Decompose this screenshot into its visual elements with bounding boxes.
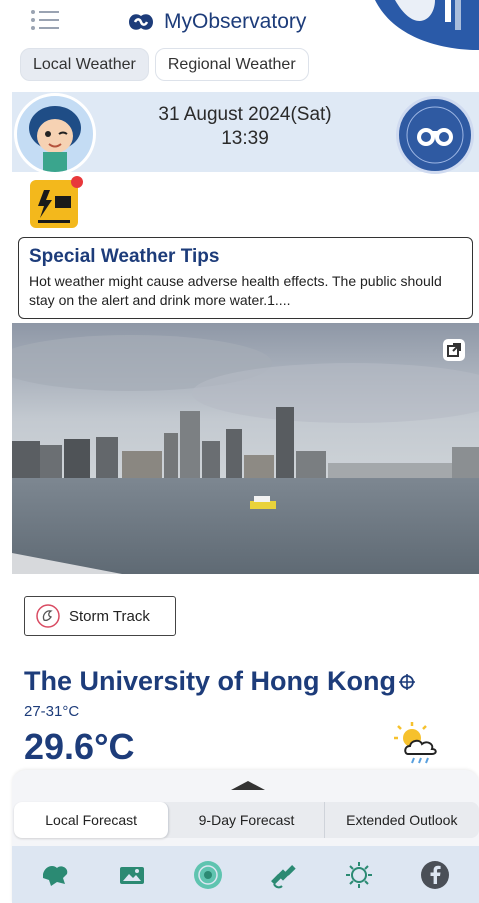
current-time: 13:39 (221, 128, 269, 149)
nav-radar[interactable] (190, 857, 226, 893)
weather-tabs: Local Weather Regional Weather (20, 48, 309, 81)
warning-graphic (38, 190, 71, 223)
nav-weather-map[interactable] (38, 857, 74, 893)
tab-local-weather[interactable]: Local Weather (20, 48, 149, 81)
sunny-intervals-showers-icon (394, 722, 437, 764)
date-time: 31 August 2024(Sat) 13:39 (100, 103, 390, 151)
current-date: 31 August 2024(Sat) (158, 104, 332, 125)
tips-title: Special Weather Tips (29, 246, 220, 267)
sheet-expand-handle-icon[interactable] (229, 778, 267, 792)
app-title-text: MyObservatory (164, 10, 307, 33)
hamburger-menu-icon[interactable] (30, 9, 60, 31)
observatory-logo-icon (129, 14, 153, 30)
bottom-nav (12, 846, 479, 903)
nav-facebook[interactable] (417, 857, 453, 893)
storm-track-button[interactable]: Storm Track (24, 596, 176, 636)
thunderstorm-warning-icon[interactable] (30, 180, 78, 228)
storm-track-label: Storm Track (69, 607, 150, 625)
app-title: MyObservatory (126, 7, 306, 37)
location-target-icon (399, 673, 416, 690)
station-name[interactable]: The University of Hong Kong (24, 666, 416, 697)
tips-text: Hot weather might cause adverse health e… (29, 273, 442, 308)
special-weather-tips[interactable]: Special Weather Tips Hot weather might c… (18, 237, 473, 319)
tab-extended-outlook[interactable]: Extended Outlook (325, 802, 479, 838)
nav-weather-photo[interactable] (114, 857, 150, 893)
external-link-icon[interactable] (443, 339, 465, 361)
my-weather-observer-icon[interactable] (396, 96, 474, 174)
tab-local-forecast[interactable]: Local Forecast (14, 802, 170, 838)
nav-satellite[interactable] (265, 857, 301, 893)
storm-track-icon (36, 604, 60, 628)
binocular-graphic (406, 106, 464, 164)
tab-regional-weather[interactable]: Regional Weather (154, 48, 309, 81)
forecast-tabs: Local Forecast 9-Day Forecast Extended O… (14, 802, 479, 838)
weather-photo[interactable] (12, 323, 479, 574)
current-temperature: 29.6°C (24, 726, 135, 767)
app-header: MyObservatory (0, 0, 479, 50)
corner-decoration (375, 0, 479, 50)
weather-photo-icon (119, 866, 144, 884)
station-name-text: The University of Hong Kong (24, 666, 397, 696)
weather-map-icon (42, 865, 68, 886)
facebook-icon (421, 860, 450, 889)
satellite-icon (271, 864, 297, 888)
harbour-scene (12, 323, 479, 574)
warning-notification-dot (71, 176, 83, 188)
mascot-avatar-icon[interactable] (14, 93, 96, 175)
tab-9-day-forecast[interactable]: 9-Day Forecast (169, 802, 325, 838)
uv-index-icon (346, 861, 373, 888)
mascot-avatar-graphic (29, 106, 81, 172)
nav-uv-index[interactable] (341, 857, 377, 893)
temperature-range: 27-31°C (24, 703, 80, 720)
radar-icon (193, 860, 222, 889)
external-link-graphic (447, 343, 461, 357)
